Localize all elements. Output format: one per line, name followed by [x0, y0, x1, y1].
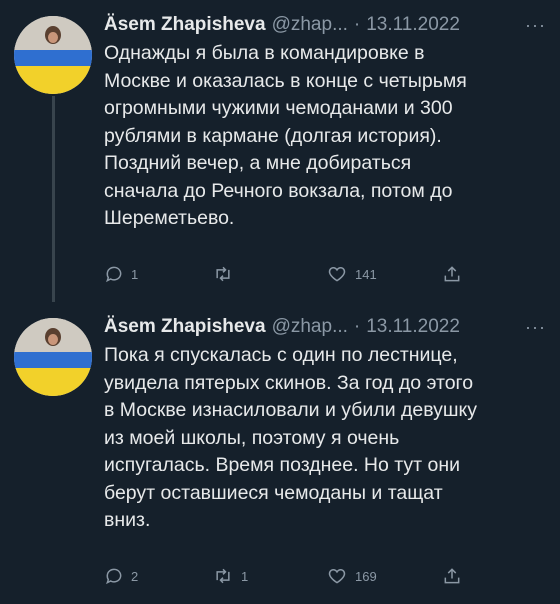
heart-icon	[328, 266, 346, 282]
avatar[interactable]	[14, 16, 92, 94]
separator: ·	[353, 316, 361, 337]
avatar[interactable]	[14, 318, 92, 396]
tweet-text-line: сначала до Речного вокзала, потом до	[104, 179, 453, 202]
tweet-actions: 1 141	[104, 262, 534, 286]
reply-icon	[106, 266, 122, 283]
tweet-header: Äsem Zhapisheva @zhap... · 13.11.2022 ··…	[104, 314, 546, 340]
author-handle[interactable]: @zhap...	[272, 14, 348, 36]
retweet-icon	[216, 568, 230, 584]
like-count: 169	[355, 568, 377, 584]
heart-icon	[328, 568, 346, 584]
like-button[interactable]: 169	[326, 564, 377, 588]
retweet-button[interactable]: 1	[212, 564, 248, 588]
reply-count: 1	[131, 266, 139, 282]
tweet-text-line: Пока я спускалась с один по лестнице,	[104, 344, 458, 366]
tweet-text-line: Однажды я была в командировке в	[104, 42, 425, 64]
tweet-header: Äsem Zhapisheva @zhap... · 13.11.2022 ··…	[104, 12, 546, 38]
tweet-text-line: в Москве изнасиловали и убили девушку	[104, 399, 478, 421]
tweet-text-line: берут оставшиеся чемоданы и тащат	[104, 481, 443, 504]
tweet-text-line: увидела пятерых скинов. За год до этого	[104, 371, 474, 394]
tweet-text-line: Поздний вечер, а мне добираться	[104, 152, 412, 174]
tweet-actions: 2 1 169	[104, 564, 534, 588]
reply-button[interactable]: 2	[104, 564, 138, 588]
tweet-text-line: Москве и оказалась в конце с четырьмя	[104, 69, 467, 92]
more-options-button[interactable]: ···	[525, 15, 546, 36]
like-button[interactable]: 141	[326, 262, 377, 286]
reply-button[interactable]: 1	[104, 262, 138, 286]
tweet-date[interactable]: 13.11.2022	[366, 14, 460, 36]
tweet[interactable]: Äsem Zhapisheva @zhap... · 13.11.2022 ··…	[0, 0, 560, 302]
retweet-icon	[216, 266, 230, 282]
retweet-button[interactable]	[212, 262, 241, 286]
reply-count: 2	[131, 568, 139, 584]
tweet-text-line: Шереметьево.	[104, 207, 235, 229]
share-button[interactable]	[442, 564, 462, 588]
tweet[interactable]: Äsem Zhapisheva @zhap... · 13.11.2022 ··…	[0, 302, 560, 604]
tweet-text-line: огромными чужими чемоданами и 300	[104, 97, 453, 119]
tweet-text-line: испугалась. Время позднее. Но тут они	[104, 454, 460, 476]
tweet-text-line: из моей школы, поэтому я очень	[104, 426, 400, 449]
share-icon	[444, 266, 460, 282]
tweet-text: Однажды я была в командировке в Москве и…	[104, 40, 542, 233]
author-name[interactable]: Äsem Zhapisheva	[104, 316, 266, 338]
share-button[interactable]	[442, 262, 462, 286]
tweet-date[interactable]: 13.11.2022	[366, 316, 460, 338]
like-count: 141	[355, 266, 377, 282]
retweet-count: 1	[241, 568, 249, 584]
share-icon	[444, 568, 460, 584]
more-options-button[interactable]: ···	[525, 317, 546, 338]
tweet-text: Пока я спускалась с один по лестнице, ув…	[104, 342, 542, 535]
tweet-text-line: вниз.	[104, 509, 151, 531]
reply-icon	[106, 568, 122, 585]
tweet-text-line: рублями в кармане (долгая история).	[104, 124, 442, 147]
author-handle[interactable]: @zhap...	[272, 316, 348, 338]
separator: ·	[353, 14, 361, 35]
author-name[interactable]: Äsem Zhapisheva	[104, 14, 266, 36]
thread-line	[52, 96, 55, 302]
